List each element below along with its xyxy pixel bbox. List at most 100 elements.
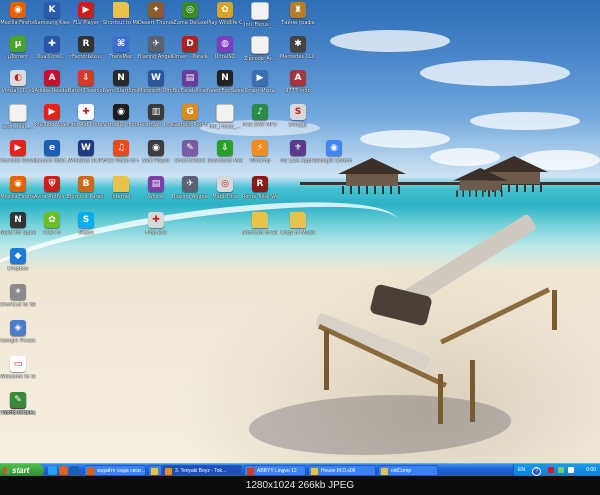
desktop-icon[interactable]: S Skype [68,212,104,236]
desktop-icon[interactable]: ⇩ Batch Download [68,70,104,94]
transmac-icon: ⌘ [113,36,129,52]
start-button[interactable]: start [0,464,44,476]
firefox-icon: ◉ [10,2,26,18]
desktop-icon[interactable]: ◆ Dropbox [0,248,36,272]
desktop-icon[interactable]: K Samsung Kies [34,2,70,26]
taskbar-task-button[interactable]: 3. Teriyaki Boyz - Tok... [162,465,242,476]
desktop-icon[interactable]: ▶ FLV Player [68,2,104,26]
taskbar-task-button[interactable]: oldComp [378,465,438,476]
desktop-icon[interactable]: Intl_Focus_... [242,2,278,28]
desktop-icon[interactable]: ⚜ My Last Apprentice [280,140,316,164]
desktop-icon[interactable]: ✶ Shortcut to Yalili.exe [0,284,36,308]
desktop-icon-label: BulFacebA.rar [172,88,208,94]
desktop-icon-label: Welcome to Google [0,374,36,380]
desktop-icon[interactable]: ▥ Rectfiyan 1.36 Build 3 [138,104,174,128]
desktop-icon[interactable]: ◍ UltraISO [207,36,243,60]
desktop-icon[interactable]: N Nero StartSmart [103,70,139,94]
taskbar-task-button[interactable]: ABBYY Lingvo 12 [244,465,306,476]
desktop-icon[interactable]: ⛨ Avira AntiVir Control Center [34,176,70,200]
desktop-icon[interactable]: ▤ BulFacebA.rar [172,70,208,94]
desktop-icon[interactable]: W Microsoft Office W... [138,70,174,94]
desktop-icon[interactable]: ▶ Старт Игры [242,70,278,94]
desktop-icon[interactable]: ✱ Mercedes CLC Dream Test [280,36,316,60]
desktop-icon[interactable]: e Launch Inter... [34,140,70,164]
desktop-icon[interactable]: S Snaggy [280,104,316,128]
desktop-icon[interactable]: A 9777.mdb [280,70,316,94]
desktop-icon[interactable]: N Need For Speed Un... [207,70,243,94]
desktop-icon[interactable]: R Rome Total War: Gold [242,176,278,200]
desktop-icon[interactable]: G Garfield Rad Bots Island 2 [172,104,208,128]
desktop-icon[interactable]: ✚ Flop.exe [138,212,174,236]
taskbar-task-label: 3. Teriyaki Boyz - Tok... [175,468,227,474]
tray-network-icon[interactable] [558,467,564,473]
desktop-icon[interactable]: ▤ Winrar [138,176,174,200]
ie-icon[interactable] [70,466,79,475]
desktop-icon[interactable]: ◈ Google Picasa [0,320,36,344]
folder-icon [290,212,306,228]
desktop-icon-label: Rectfiyan 1.36 Build 3 [138,122,174,128]
desktop-icon[interactable]: akon_feat_... [0,104,36,130]
desktop-icon[interactable]: µ µTorrent [0,36,36,60]
desktop-icon[interactable]: ◉ Google Chrome [316,140,352,164]
desktop-icon-label: Flop.exe [145,230,167,236]
desktop-icon[interactable]: ◉ VirtualDJ Home [103,104,139,128]
desktop-icon[interactable]: ✦ Desert Thunder [138,2,174,26]
folder-icon [113,176,129,192]
desktop-icon[interactable]: ♫ Free Video to MP3 Conv... [103,140,139,164]
desktop-icon[interactable]: N Need for Speed: Most... [0,212,36,236]
desktop-icon[interactable]: W Whataks SCIPS.0 [68,140,104,164]
desktop-icon-label: Тайна графа [281,20,315,26]
system-tray: EN ? 0:00 [513,464,600,476]
desktop-icon[interactable]: ✎ Shortcut to MySQL [0,392,36,416]
desktop-icon[interactable]: ◎ MagicDisc [207,176,243,200]
desktop-icon[interactable]: ◉ Saci Player [138,140,174,164]
language-indicator[interactable]: EN [518,464,525,476]
desktop-icon[interactable]: ✈ Blazing Angels Squadrons ... [138,36,174,60]
desktop-icon[interactable]: ✎ SmartSelect [172,140,208,164]
desktop-icon[interactable]: ◎ Zuma Deluxe [172,2,208,26]
desktop-icon-label: Microsoft Office W... [138,88,174,94]
desktop-icon[interactable]: ✚ DualCoreC... [34,36,70,60]
game-icon: ✦ [148,2,164,18]
desktop-icon[interactable]: ◐ Virtual CD v9 [0,70,36,94]
desktop-icon[interactable]: ♜ Тайна графа [280,2,316,26]
desktop-icon[interactable]: Intl_Focus_... [207,104,243,130]
document-icon [251,2,269,20]
desktop-icon[interactable]: ▶ YouTube Downloader [0,140,36,164]
tray-volume-icon[interactable] [568,467,574,473]
desktop-icon[interactable]: ⚡ Winamp [242,140,278,164]
desktop-icon[interactable]: ◉ Mozilla Firefox [0,176,36,200]
desktop-icon[interactable]: Zipcode_Ar... [242,36,278,62]
tray-shield-icon[interactable] [548,467,554,473]
taskbar-task-button[interactable]: House.M.D.s06 [308,465,376,476]
desktop-icon[interactable]: D Driver - Parallel Lines [172,36,208,60]
desktop-icon[interactable]: ◉ Mozilla Firefox [0,2,36,26]
desktop-icon[interactable]: ✚ First Aid Professional [68,104,104,128]
desktop-icon[interactable]: ✿ ICQ7.6 [34,212,70,236]
start-label: start [12,466,30,475]
folder-icon [381,468,388,475]
desktop-icon[interactable]: ⌘ TransMac [103,36,139,60]
desktop-icon[interactable]: ⇩ Download Master [207,140,243,164]
desktop-icon[interactable]: A Adobe Reader [34,70,70,94]
taskbar-task-button[interactable]: кидайте сюда свои ... [84,465,146,476]
internet-icon: e [44,140,60,156]
document-icon [251,36,269,54]
desktop-icon[interactable]: Internet [103,176,139,200]
desktop-icon[interactable]: ♪ Free DAV MP3 Splitter [242,104,278,128]
desktop-icon[interactable]: ▶ YouTube Video Downloader [34,104,70,128]
taskbar-task-button[interactable] [148,465,162,476]
firefox-icon[interactable] [59,466,68,475]
desktop-icon[interactable]: ▭ Welcome to Google [0,356,36,380]
desktop-icon[interactable]: Copy of Music [280,212,316,236]
desktop-icon[interactable]: ✈ Blazing Angels 2 Secret M... [172,176,208,200]
desktop-icon[interactable]: ✿ Play Wildlife Camp [207,2,243,26]
app-icon: W [78,140,94,156]
help-icon[interactable]: ? [532,467,541,476]
desktop-icon[interactable]: Shortcut to Movies [103,2,139,26]
desktop-icon[interactable]: B Burnout Paradise [68,176,104,200]
desktop-icon[interactable]: RrFactorLexus [68,36,104,60]
desktop-icon[interactable] [48,466,57,475]
desktop-icon[interactable]: Shortcut to Games [242,212,278,236]
clock[interactable]: 0:00 [586,464,596,476]
